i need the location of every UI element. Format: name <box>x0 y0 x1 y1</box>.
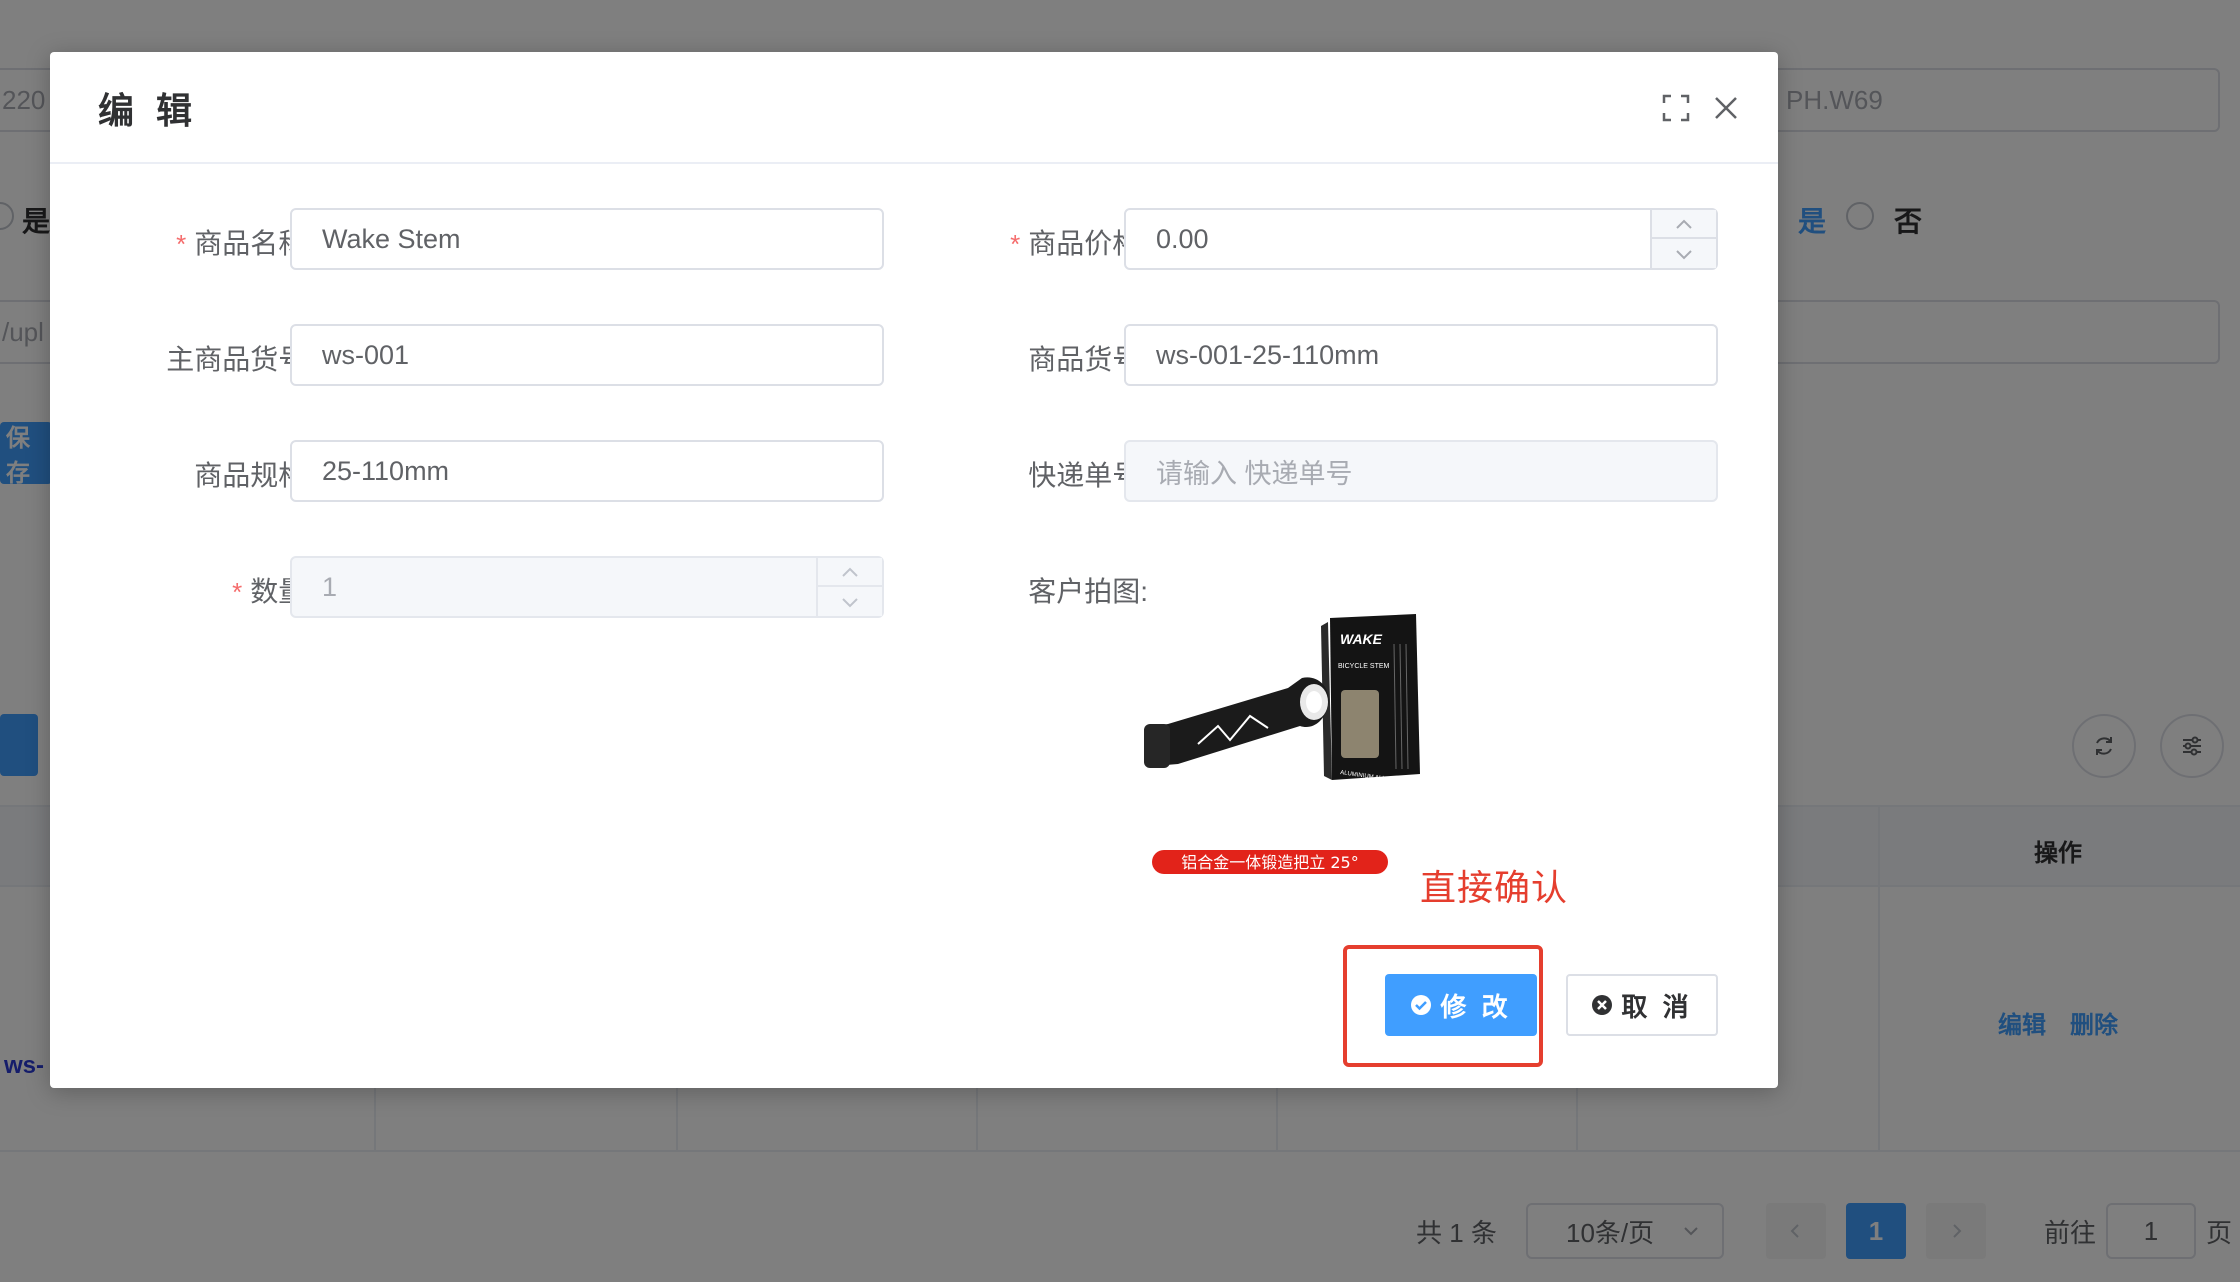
product-name-input[interactable]: Wake Stem <box>290 208 884 270</box>
product-price-input[interactable]: 0.00 <box>1124 208 1718 270</box>
chevron-up-icon[interactable] <box>1652 210 1716 239</box>
quantity-input[interactable]: 1 <box>290 556 884 618</box>
product-banner-text: 铝合金一体锻造把立 25° <box>1181 853 1358 872</box>
fullscreen-icon[interactable] <box>1658 90 1694 126</box>
spec-input[interactable]: 25-110mm <box>290 440 884 502</box>
customer-photo-label: 客户拍图: <box>1028 576 1148 607</box>
spec-value: 25-110mm <box>322 455 450 486</box>
main-sku-input[interactable]: ws-001 <box>290 324 884 386</box>
box-brand-text: WAKE <box>1340 631 1383 647</box>
required-star: * <box>176 229 187 259</box>
tracking-input[interactable]: 请输入 快递单号 <box>1124 440 1718 502</box>
close-icon[interactable] <box>1708 90 1744 126</box>
check-circle-icon <box>1410 994 1432 1016</box>
quantity-stepper[interactable] <box>816 558 882 616</box>
quantity-value: 1 <box>322 571 338 602</box>
chevron-up-icon[interactable] <box>818 558 882 587</box>
confirm-edit-button-label: 修 改 <box>1440 991 1512 1022</box>
cancel-button-label: 取 消 <box>1621 991 1693 1022</box>
required-star: * <box>1010 229 1021 259</box>
dialog-header: 编 辑 <box>50 52 1778 164</box>
product-name-value: Wake Stem <box>322 223 461 254</box>
tracking-placeholder: 请输入 快递单号 <box>1156 458 1353 489</box>
customer-photo-image[interactable]: WAKE BICYCLE STEM ALUMINIUM ALLOY 铝合金一体锻… <box>1138 604 1458 888</box>
main-sku-value: ws-001 <box>322 339 410 370</box>
annotation-text: 直接确认 <box>1420 867 1569 908</box>
product-price-value: 0.00 <box>1156 223 1209 254</box>
chevron-down-icon[interactable] <box>818 588 882 617</box>
box-line1-text: BICYCLE STEM <box>1338 663 1390 670</box>
cancel-button[interactable]: 取 消 <box>1566 974 1718 1036</box>
edit-dialog: 编 辑 * 商品名称: Wake Stem * 商品价格: 0.00 主商品货号: … <box>50 52 1778 1088</box>
price-stepper[interactable] <box>1650 210 1716 268</box>
confirm-edit-button[interactable]: 修 改 <box>1385 974 1537 1036</box>
chevron-down-icon[interactable] <box>1652 240 1716 269</box>
required-star: * <box>232 577 243 607</box>
close-circle-icon <box>1591 994 1613 1016</box>
sku-value: ws-001-25-110mm <box>1156 339 1380 370</box>
dialog-title: 编 辑 <box>98 90 199 131</box>
sku-input[interactable]: ws-001-25-110mm <box>1124 324 1718 386</box>
